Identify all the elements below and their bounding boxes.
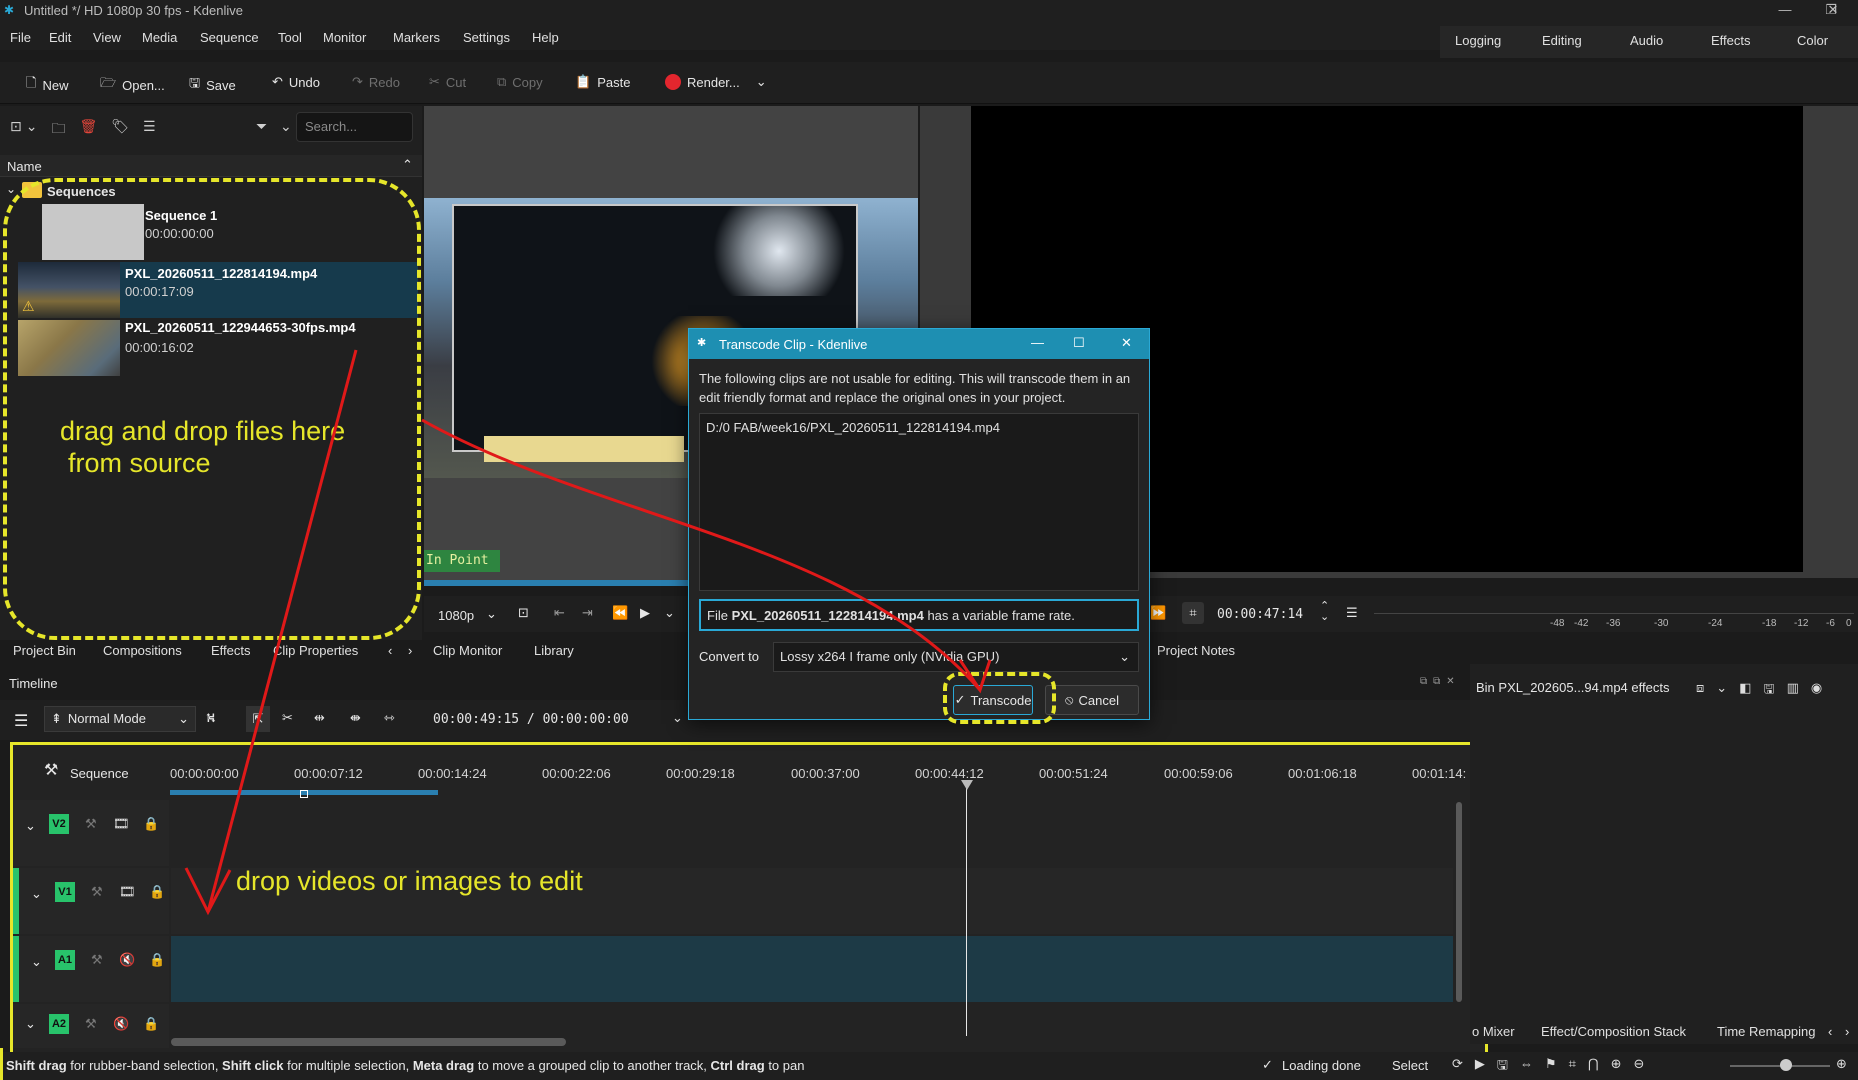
arrow-monitor-to-transcode xyxy=(421,418,982,691)
annotation-arrows xyxy=(184,349,992,916)
arrow-bin-to-timeline xyxy=(206,349,358,913)
arrow-head xyxy=(184,867,232,916)
